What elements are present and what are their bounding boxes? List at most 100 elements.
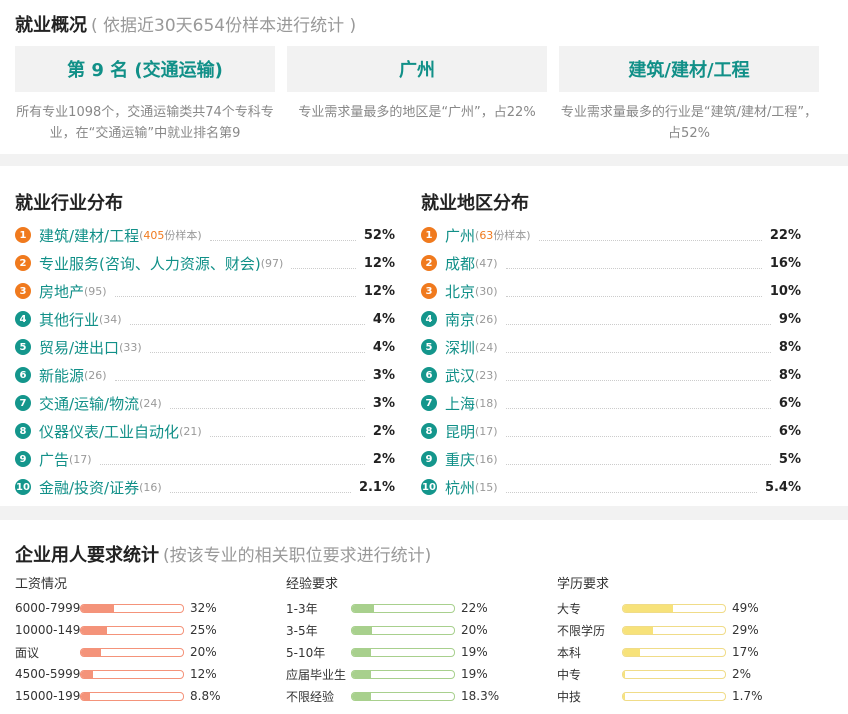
- requirement-progress-fill: [623, 604, 673, 612]
- requirement-progress-fill: [352, 626, 373, 634]
- requirement-label: 15000-19999: [15, 689, 80, 703]
- region-item: 5 深圳 (24) 8%: [421, 333, 801, 361]
- requirement-label: 面议: [15, 645, 40, 660]
- industry-item: 7 交通/运输/物流 (24) 3%: [15, 389, 395, 417]
- requirement-label: 中专: [557, 667, 582, 682]
- requirement-row: 不限经验 18.3%: [286, 685, 526, 707]
- requirement-percent: 32%: [190, 601, 217, 615]
- rank-badge: 4: [15, 311, 31, 327]
- percent-value: 3%: [372, 367, 395, 383]
- sample-count: (17): [475, 424, 498, 438]
- sample-count: (95): [84, 284, 107, 298]
- requirement-progress-fill: [81, 648, 102, 656]
- requirement-percent: 18.3%: [461, 689, 500, 703]
- requirement-percent: 8.8%: [190, 689, 221, 703]
- percent-value: 12%: [363, 283, 395, 299]
- industry-item: 5 贸易/进出口 (33) 4%: [15, 333, 395, 361]
- region-name-link[interactable]: 南京: [445, 309, 475, 330]
- industry-name-link[interactable]: 新能源: [39, 365, 84, 386]
- dotted-leader: [505, 491, 757, 493]
- requirement-progress-bar: [351, 603, 455, 613]
- industry-name-link[interactable]: 专业服务(咨询、人力资源、财会): [39, 253, 261, 274]
- sample-count: (16): [139, 480, 162, 494]
- sample-count: (405份样本): [139, 227, 202, 243]
- region-name-link[interactable]: 深圳: [445, 337, 475, 358]
- requirement-progress-fill: [81, 670, 94, 678]
- requirement-row: 4500-5999 12%: [15, 663, 255, 685]
- region-name-link[interactable]: 昆明: [445, 421, 475, 442]
- region-item: 2 成都 (47) 16%: [421, 249, 801, 277]
- overview-region-card: 广州: [287, 46, 547, 92]
- dotted-leader: [114, 295, 356, 297]
- requirement-label: 1-3年: [286, 601, 318, 616]
- sample-count: (24): [139, 396, 162, 410]
- region-name-link[interactable]: 重庆: [445, 449, 475, 470]
- requirement-progress-bar: [622, 603, 726, 613]
- requirement-column-title: 工资情况: [15, 577, 68, 592]
- region-name-link[interactable]: 成都: [445, 253, 475, 274]
- industry-item: 6 新能源 (26) 3%: [15, 361, 395, 389]
- industry-name-link[interactable]: 仪器仪表/工业自动化: [39, 421, 179, 442]
- percent-value: 2.1%: [358, 479, 395, 495]
- sample-count: (33): [119, 340, 142, 354]
- requirement-progress-fill: [623, 626, 653, 634]
- percent-value: 5%: [778, 451, 801, 467]
- requirement-percent: 25%: [190, 623, 217, 637]
- requirement-column-title: 学历要求: [557, 577, 610, 592]
- sample-count: (17): [69, 452, 92, 466]
- dotted-leader: [149, 351, 365, 353]
- region-name-link[interactable]: 广州: [445, 225, 475, 246]
- region-name-link[interactable]: 上海: [445, 393, 475, 414]
- rank-badge: 6: [15, 367, 31, 383]
- requirement-progress-bar: [80, 647, 184, 657]
- overview-region-desc: 专业需求量最多的地区是“广州”，占22%: [298, 105, 536, 120]
- requirement-progress-fill: [81, 626, 107, 634]
- requirement-percent: 19%: [461, 667, 488, 681]
- requirement-row: 15000-19999 8.8%: [15, 685, 255, 707]
- requirement-progress-fill: [352, 670, 372, 678]
- region-name-link[interactable]: 北京: [445, 281, 475, 302]
- experience-column: 经验要求 1-3年 22% 3-5年 20% 5-10年 19% 应届毕业生 19% 不限经验 18…: [286, 574, 526, 707]
- rank-badge: 9: [421, 451, 437, 467]
- count-suffix: 份样本): [493, 229, 531, 242]
- sample-count: (30): [475, 284, 498, 298]
- region-title: 就业地区分布: [421, 193, 529, 214]
- dotted-leader: [291, 267, 356, 269]
- requirement-label: 10000-14999: [15, 623, 80, 637]
- overview-heading: 就业概况( 依据近30天654份样本进行统计 ): [15, 11, 356, 37]
- industry-name-link[interactable]: 其他行业: [39, 309, 99, 330]
- percent-value: 2%: [372, 451, 395, 467]
- industry-item: 4 其他行业 (34) 4%: [15, 305, 395, 333]
- requirement-row: 中专 2%: [557, 663, 797, 685]
- dotted-leader: [129, 323, 365, 325]
- industry-name-link[interactable]: 建筑/建材/工程: [39, 225, 139, 246]
- sample-count: (23): [475, 368, 498, 382]
- requirement-percent: 49%: [732, 601, 759, 615]
- requirement-progress-bar: [622, 669, 726, 679]
- industry-list: 1 建筑/建材/工程 (405份样本) 52% 2 专业服务(咨询、人力资源、财会) (97…: [15, 221, 395, 501]
- region-item: 6 武汉 (23) 8%: [421, 361, 801, 389]
- rank-badge: 1: [15, 227, 31, 243]
- requirement-progress-bar: [351, 625, 455, 635]
- industry-name-link[interactable]: 房地产: [39, 281, 84, 302]
- dotted-leader: [505, 267, 762, 269]
- requirement-percent: 22%: [461, 601, 488, 615]
- salary-column: 工资情况 6000-7999 32% 10000-14999 25% 面议 20% 4500-…: [15, 574, 255, 707]
- region-item: 3 北京 (30) 10%: [421, 277, 801, 305]
- industry-name-link[interactable]: 贸易/进出口: [39, 337, 119, 358]
- industry-name-link[interactable]: 广告: [39, 449, 69, 470]
- requirement-label: 大专: [557, 601, 582, 616]
- requirement-percent: 17%: [732, 645, 759, 659]
- industry-name-link[interactable]: 金融/投资/证券: [39, 477, 139, 498]
- requirement-row: 5-10年 19%: [286, 641, 526, 663]
- count-number: 405: [143, 229, 165, 242]
- region-name-link[interactable]: 武汉: [445, 365, 475, 386]
- requirement-percent: 20%: [190, 645, 217, 659]
- percent-value: 12%: [363, 255, 395, 271]
- requirement-progress-bar: [80, 625, 184, 635]
- region-name-link[interactable]: 杭州: [445, 477, 475, 498]
- industry-name-link[interactable]: 交通/运输/物流: [39, 393, 139, 414]
- rank-badge: 8: [421, 423, 437, 439]
- sample-count: (47): [475, 256, 498, 270]
- sample-count: (24): [475, 340, 498, 354]
